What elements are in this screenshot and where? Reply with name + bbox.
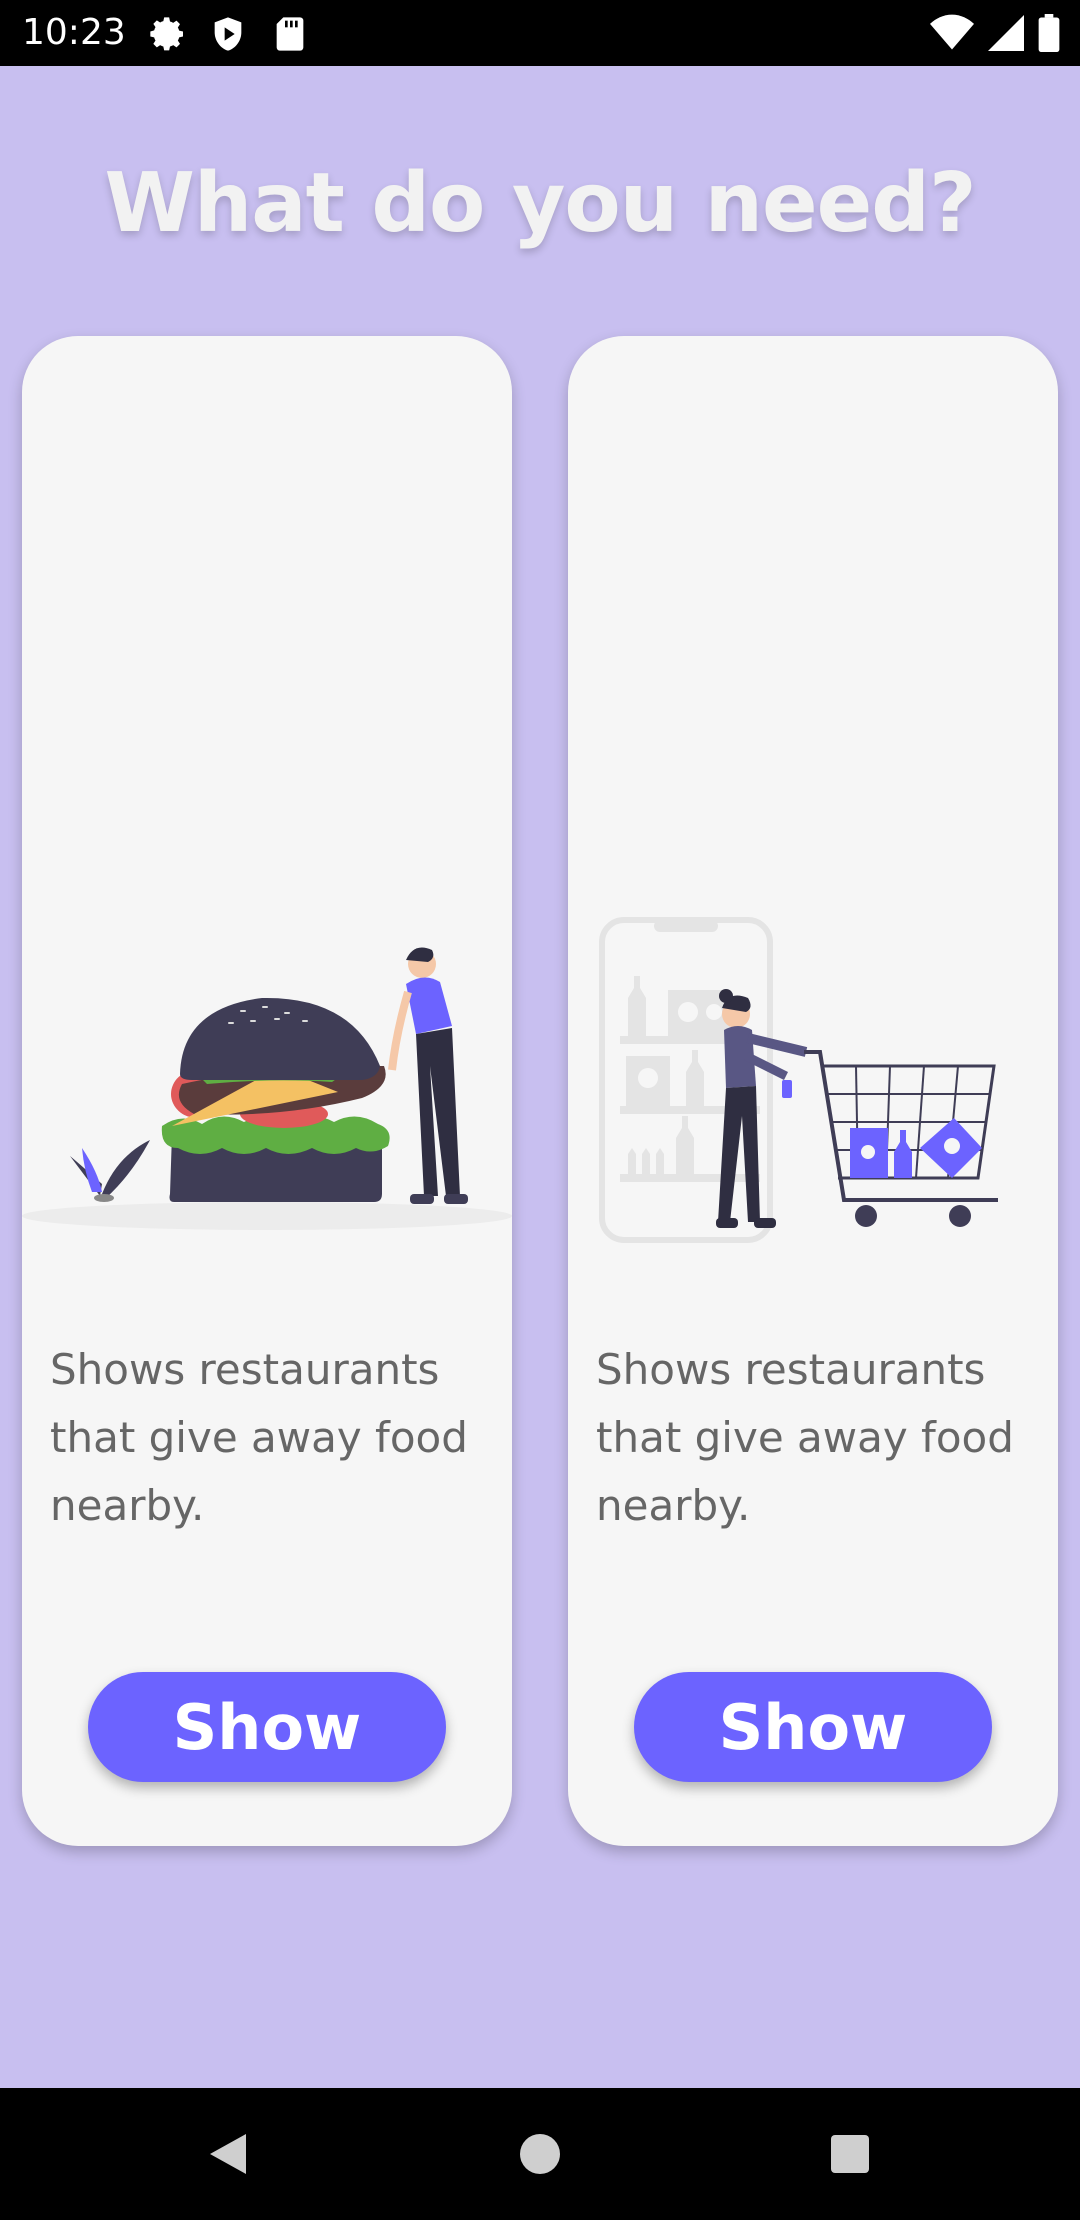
shopping-cart-illustration	[599, 917, 998, 1243]
shield-icon	[214, 17, 242, 51]
navigation-bar	[0, 2088, 1080, 2220]
back-icon	[210, 2134, 246, 2174]
recents-icon	[831, 2135, 869, 2173]
sd-card-icon	[276, 17, 304, 51]
recents-button[interactable]	[784, 2088, 916, 2220]
gear-icon	[150, 17, 183, 51]
card-restaurants: Shows restaurants that give away food ne…	[22, 336, 512, 1846]
status-bar: 10:23	[0, 0, 1080, 66]
wifi-icon	[930, 14, 974, 50]
show-restaurants-button[interactable]: Show	[88, 1672, 446, 1782]
status-time: 10:23	[22, 12, 126, 53]
battery-icon	[1038, 14, 1060, 52]
burger-illustration	[22, 947, 512, 1230]
show-shopping-button[interactable]: Show	[634, 1672, 992, 1782]
home-button[interactable]	[474, 2088, 606, 2220]
back-button[interactable]	[162, 2088, 294, 2220]
status-icons-right	[930, 12, 1060, 54]
home-icon	[520, 2134, 560, 2174]
signal-icon	[988, 15, 1024, 51]
card-shopping: Shows restaurants that give away food ne…	[568, 336, 1058, 1846]
page-title: What do you need?	[104, 156, 976, 251]
card-description: Shows restaurants that give away food ne…	[50, 1345, 468, 1530]
card-description: Shows restaurants that give away food ne…	[596, 1345, 1014, 1530]
main-content: What do you need? Shows restaurants that…	[0, 66, 1080, 2088]
